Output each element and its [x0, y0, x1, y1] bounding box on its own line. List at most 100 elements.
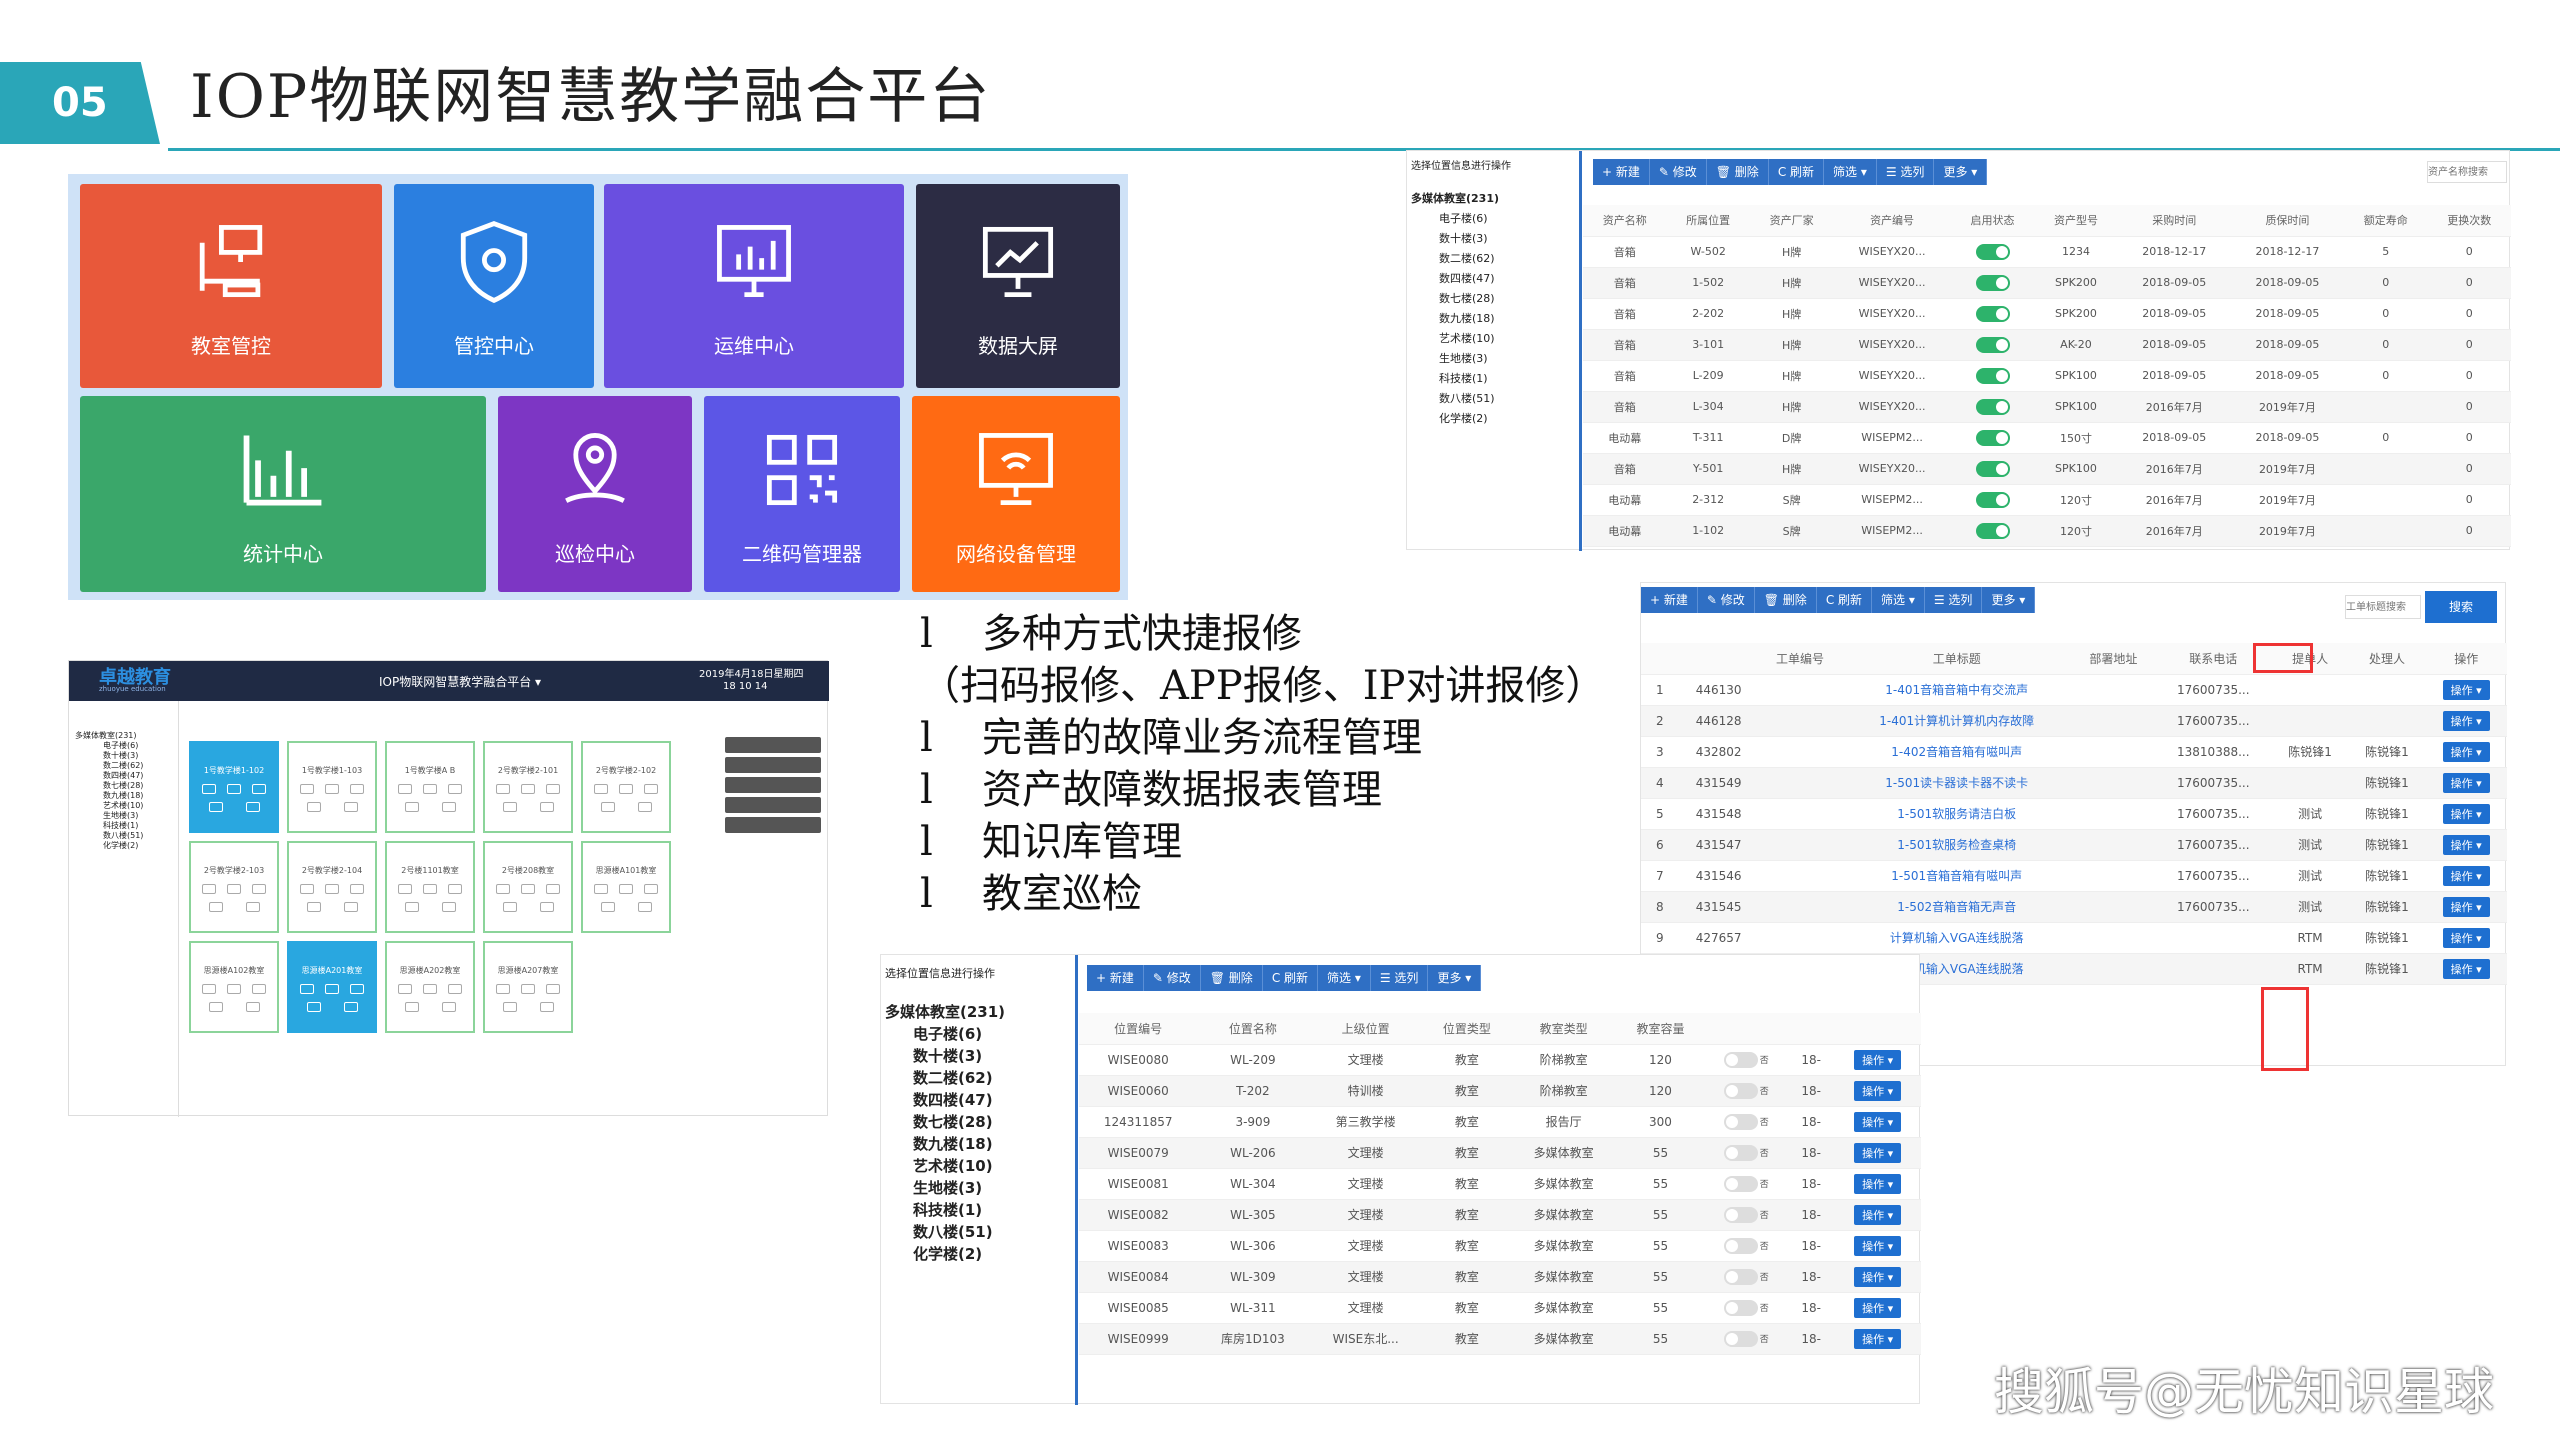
operate-button[interactable]: 操作 ▾	[2442, 834, 2490, 855]
column-header[interactable]: 处理人	[2348, 643, 2426, 675]
status-cell[interactable]	[1950, 298, 2035, 330]
classroom-card[interactable]: 2号教学楼2-101	[483, 741, 573, 833]
column-header[interactable]: 教室容量	[1616, 1013, 1705, 1045]
control-button[interactable]	[725, 777, 821, 793]
select-all-checkbox[interactable]	[1678, 643, 1759, 675]
table-cell[interactable]: 1-401计算机计算机内存故障	[1841, 705, 2072, 737]
toolbar-button[interactable]: ✎ 修改	[1697, 587, 1755, 613]
search-button[interactable]: 搜索	[2425, 591, 2497, 623]
toggle-cell[interactable]: 否	[1704, 1261, 1789, 1293]
classroom-card[interactable]: 思源楼A101教室	[581, 841, 671, 933]
row-checkbox[interactable]	[1758, 767, 1842, 799]
toolbar-button[interactable]: 更多 ▾	[1934, 159, 1988, 185]
toggle-switch[interactable]	[1975, 367, 2010, 384]
toggle-cell[interactable]: 否	[1704, 1106, 1789, 1138]
table-row[interactable]: WISE0999 库房1D103 WISE东北... 教室 多媒体教室 55 否 18- 操作 …	[1079, 1323, 1921, 1355]
table-row[interactable]: 音箱 L-304 H牌 WISEYX20... SPK100 2016年7月 2019年7月…	[1583, 391, 2511, 423]
table-cell[interactable]: 1-402音箱音箱有嗞叫声	[1841, 736, 2072, 768]
column-header[interactable]: 启用状态	[1950, 205, 2035, 237]
table-row[interactable]: 音箱 L-209 H牌 WISEYX20... SPK100 2018-09-05 2018…	[1583, 360, 2511, 392]
column-header[interactable]: 部署地址	[2071, 643, 2155, 675]
toggle-cell[interactable]: 否	[1704, 1230, 1789, 1262]
tree-node[interactable]: 电子楼(6)	[75, 741, 178, 751]
control-button[interactable]	[725, 737, 821, 753]
row-checkbox[interactable]	[1758, 922, 1842, 954]
table-row[interactable]: 电动幕 1-102 S牌 WISEPM2... 120寸 2016年7月 2019年7月 0	[1583, 515, 2511, 547]
tree-node[interactable]: 数二楼(62)	[75, 761, 178, 771]
toolbar-button[interactable]: + 新建	[1641, 587, 1698, 613]
tile-qrcode-manager[interactable]: 二维码管理器	[704, 396, 900, 592]
tree-node[interactable]: 艺术楼(10)	[885, 1155, 1075, 1177]
table-row[interactable]: WISE0085 WL-311 文理楼 教室 多媒体教室 55 否 18- 操作 ▾	[1079, 1292, 1921, 1324]
tree-node[interactable]: 数四楼(47)	[1411, 269, 1579, 289]
row-checkbox[interactable]	[1758, 860, 1842, 892]
control-button[interactable]	[725, 757, 821, 773]
tile-control-center[interactable]: 管控中心	[394, 184, 594, 388]
operate-button[interactable]: 操作 ▾	[1854, 1173, 1902, 1194]
status-cell[interactable]	[1950, 453, 2035, 485]
toolbar-button[interactable]: C 刷新	[1816, 587, 1873, 613]
table-row[interactable]: 7 431546 1-501音箱音箱有嗞叫声 17600735... 测试 陈锐锋1 操作 …	[1641, 860, 2507, 892]
tree-node[interactable]: 数九楼(18)	[885, 1133, 1075, 1155]
tree-node[interactable]: 生地楼(3)	[1411, 349, 1579, 369]
classroom-card[interactable]: 思源楼A201教室	[287, 941, 377, 1033]
toolbar-button[interactable]: ☰ 选列	[1370, 965, 1429, 991]
tile-inspection-center[interactable]: 巡检中心	[498, 396, 692, 592]
toggle-switch[interactable]	[1723, 1299, 1758, 1316]
tree-node[interactable]: 数二楼(62)	[885, 1067, 1075, 1089]
column-header[interactable]: 上级位置	[1308, 1013, 1423, 1045]
operate-button[interactable]: 操作 ▾	[1854, 1235, 1902, 1256]
tree-node[interactable]: 电子楼(6)	[1411, 209, 1579, 229]
tree-node[interactable]: 数七楼(28)	[75, 781, 178, 791]
toggle-cell[interactable]: 否	[1704, 1075, 1789, 1107]
table-row[interactable]: 124311857 3-909 第三教学楼 教室 报告厅 300 否 18- 操作 ▾	[1079, 1106, 1921, 1138]
column-header[interactable]: 额定寿命	[2344, 205, 2428, 237]
toolbar-button[interactable]: 筛选 ▾	[1318, 965, 1371, 991]
operate-button[interactable]: 操作 ▾	[2442, 927, 2490, 948]
tree-root[interactable]: 多媒体教室(231)	[75, 731, 178, 741]
status-cell[interactable]	[1950, 515, 2035, 547]
toolbar-button[interactable]: ✎ 修改	[1143, 965, 1201, 991]
classroom-card[interactable]: 1号教学楼1-103	[287, 741, 377, 833]
tree-root[interactable]: 多媒体教室(231)	[885, 1001, 1075, 1023]
toolbar-button[interactable]: C 刷新	[1262, 965, 1319, 991]
table-row[interactable]: WISE0082 WL-305 文理楼 教室 多媒体教室 55 否 18- 操作 ▾	[1079, 1199, 1921, 1231]
operate-button[interactable]: 操作 ▾	[1854, 1297, 1902, 1318]
toggle-switch[interactable]	[1975, 522, 2010, 539]
table-row[interactable]: WISE0060 T-202 特训楼 教室 阶梯教室 120 否 18- 操作 ▾	[1079, 1075, 1921, 1107]
table-cell[interactable]: 1-501音箱音箱有嗞叫声	[1841, 860, 2072, 892]
toolbar-button[interactable]: 筛选 ▾	[1872, 587, 1925, 613]
column-header[interactable]: 教室类型	[1510, 1013, 1617, 1045]
table-row[interactable]: 8 431545 1-502音箱音箱无声音 17600735... 测试 陈锐锋1 操作 ▾	[1641, 891, 2507, 923]
control-button[interactable]	[725, 817, 821, 833]
tree-node[interactable]: 数四楼(47)	[75, 771, 178, 781]
control-button[interactable]	[725, 797, 821, 813]
operate-button[interactable]: 操作 ▾	[2442, 865, 2490, 886]
status-cell[interactable]	[1950, 329, 2035, 361]
tree-node[interactable]: 数七楼(28)	[1411, 289, 1579, 309]
table-cell[interactable]: 计算机输入VGA连线脱落	[1841, 922, 2072, 954]
toolbar-button[interactable]: 更多 ▾	[1982, 587, 2036, 613]
operate-button[interactable]: 操作 ▾	[2442, 741, 2490, 762]
row-checkbox[interactable]	[1758, 798, 1842, 830]
tile-data-screen[interactable]: 数据大屏	[916, 184, 1120, 388]
classroom-card[interactable]: 1号教学楼1-102	[189, 741, 279, 833]
column-header[interactable]: 位置名称	[1197, 1013, 1309, 1045]
table-row[interactable]: 6 431547 1-501软服务检查桌椅 17600735... 测试 陈锐锋1 操作 ▾	[1641, 829, 2507, 861]
classroom-card[interactable]: 思源楼A202教室	[385, 941, 475, 1033]
classroom-card[interactable]: 2号教学楼2-104	[287, 841, 377, 933]
classroom-card[interactable]: 2号教学楼2-102	[581, 741, 671, 833]
classroom-card[interactable]: 思源楼A102教室	[189, 941, 279, 1033]
table-row[interactable]: WISE0084 WL-309 文理楼 教室 多媒体教室 55 否 18- 操作 ▾	[1079, 1261, 1921, 1293]
column-header[interactable]: 资产名称	[1583, 205, 1667, 237]
toolbar-button[interactable]: 更多 ▾	[1428, 965, 1482, 991]
toggle-switch[interactable]	[1975, 336, 2010, 353]
tree-root[interactable]: 多媒体教室(231)	[1411, 189, 1579, 209]
classroom-card[interactable]: 2号楼208教室	[483, 841, 573, 933]
operate-button[interactable]: 操作 ▾	[2442, 896, 2490, 917]
toggle-switch[interactable]	[1723, 1051, 1758, 1068]
toolbar-button[interactable]: 🗑 删除	[1754, 587, 1817, 613]
operate-button[interactable]: 操作 ▾	[2442, 803, 2490, 824]
operate-button[interactable]: 操作 ▾	[1854, 1080, 1902, 1101]
table-row[interactable]: 3 432802 1-402音箱音箱有嗞叫声 13810388... 陈锐锋1 陈锐锋1 操…	[1641, 736, 2507, 768]
